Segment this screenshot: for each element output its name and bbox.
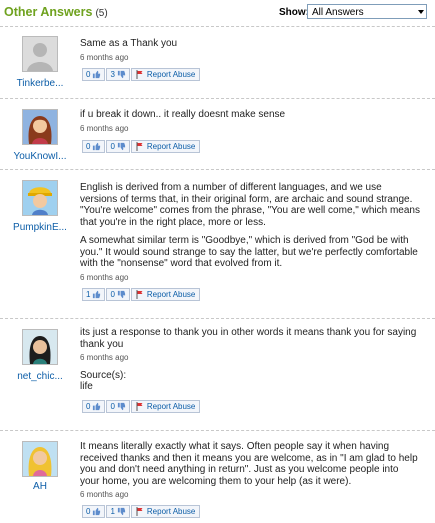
report-abuse-label: Report Abuse bbox=[146, 290, 196, 299]
section-title: Other Answers (5) bbox=[4, 5, 108, 19]
user-avatar-icon bbox=[23, 442, 57, 476]
thumbs-up-count: 0 bbox=[86, 142, 91, 151]
thumbs-down-count: 0 bbox=[110, 142, 115, 151]
avatar[interactable] bbox=[22, 36, 58, 72]
section-title-text: Other Answers bbox=[4, 5, 93, 19]
show-filter-select[interactable]: All Answers bbox=[307, 4, 427, 19]
thumbs-down-count: 0 bbox=[110, 402, 115, 411]
report-abuse-label: Report Abuse bbox=[146, 402, 196, 411]
answer-timestamp: 6 months ago bbox=[80, 272, 129, 282]
answer-text: English is derived from a number of diff… bbox=[80, 182, 420, 283]
report-abuse-button[interactable]: Report Abuse bbox=[130, 140, 201, 153]
avatar[interactable] bbox=[22, 329, 58, 365]
answer-text: if u break it down.. it really doesnt ma… bbox=[80, 109, 420, 134]
source-label: Source(s): bbox=[80, 369, 127, 381]
thumbs-up-icon bbox=[93, 290, 101, 299]
thumbs-up-button[interactable]: 0 bbox=[82, 140, 106, 153]
vote-bar: 0 0 Report Abuse bbox=[82, 400, 201, 413]
flag-icon bbox=[136, 142, 143, 151]
vote-bar: 0 1 Report Abuse bbox=[82, 505, 201, 518]
source-value: life bbox=[80, 381, 93, 392]
report-abuse-label: Report Abuse bbox=[146, 142, 196, 151]
answer-timestamp: 6 months ago bbox=[80, 490, 129, 499]
answer-timestamp: 6 months ago bbox=[80, 52, 129, 62]
thumbs-up-icon bbox=[93, 402, 101, 411]
user-avatar-icon bbox=[23, 330, 57, 364]
avatar[interactable] bbox=[22, 180, 58, 216]
show-label: Show: bbox=[279, 7, 309, 18]
thumbs-down-button[interactable]: 0 bbox=[106, 288, 130, 301]
answer-timestamp: 6 months ago bbox=[80, 123, 129, 133]
thumbs-down-icon bbox=[117, 290, 126, 299]
user-avatar-icon bbox=[23, 110, 57, 144]
thumbs-down-icon bbox=[117, 507, 126, 516]
username-link[interactable]: YouKnowI... bbox=[0, 151, 80, 162]
show-filter-value: All Answers bbox=[312, 7, 364, 18]
thumbs-up-count: 0 bbox=[86, 70, 91, 79]
thumbs-up-icon bbox=[93, 507, 101, 516]
thumbs-up-icon bbox=[93, 142, 101, 151]
answer-paragraph: English is derived from a number of diff… bbox=[80, 182, 420, 228]
answer-timestamp: 6 months ago bbox=[80, 353, 129, 362]
username-link[interactable]: PumpkinE... bbox=[0, 222, 80, 233]
thumbs-up-button[interactable]: 0 bbox=[82, 400, 106, 413]
report-abuse-button[interactable]: Report Abuse bbox=[130, 505, 201, 518]
report-abuse-label: Report Abuse bbox=[146, 70, 196, 79]
answer-item: net_chic... its just a response to thank… bbox=[0, 319, 435, 430]
flag-icon bbox=[136, 290, 143, 299]
thumbs-down-count: 0 bbox=[110, 290, 115, 299]
answer-item: Tinkerbe... Same as a Thank you 6 months… bbox=[0, 27, 435, 98]
answer-item: PumpkinE... English is derived from a nu… bbox=[0, 170, 435, 318]
report-abuse-button[interactable]: Report Abuse bbox=[130, 400, 201, 413]
thumbs-down-button[interactable]: 0 bbox=[106, 140, 130, 153]
thumbs-down-icon bbox=[117, 402, 126, 411]
thumbs-down-count: 3 bbox=[110, 70, 115, 79]
username-link[interactable]: net_chic... bbox=[0, 371, 80, 382]
flag-icon bbox=[136, 70, 143, 79]
answer-count: (5) bbox=[95, 8, 108, 19]
thumbs-down-button[interactable]: 1 bbox=[106, 505, 130, 518]
answers-header: Other Answers (5) Show: All Answers bbox=[0, 0, 435, 24]
chevron-down-icon[interactable] bbox=[418, 10, 424, 14]
thumbs-up-button[interactable]: 0 bbox=[82, 68, 106, 81]
flag-icon bbox=[136, 402, 143, 411]
vote-bar: 0 3 Report Abuse bbox=[82, 68, 201, 81]
thumbs-down-button[interactable]: 3 bbox=[106, 68, 130, 81]
thumbs-up-count: 0 bbox=[86, 402, 91, 411]
answer-text: Same as a Thank you 6 months ago bbox=[80, 38, 420, 63]
thumbs-down-icon bbox=[117, 70, 126, 79]
answer-text: It means literally exactly what it says.… bbox=[80, 441, 420, 501]
username-link[interactable]: Tinkerbe... bbox=[0, 78, 80, 89]
thumbs-down-count: 1 bbox=[110, 507, 115, 516]
thumbs-up-button[interactable]: 0 bbox=[82, 505, 106, 518]
answer-paragraph: if u break it down.. it really doesnt ma… bbox=[80, 109, 286, 120]
thumbs-up-button[interactable]: 1 bbox=[82, 288, 106, 301]
answer-paragraph: A somewhat similar term is "Goodbye," wh… bbox=[80, 235, 418, 269]
thumbs-up-count: 0 bbox=[86, 507, 91, 516]
flag-icon bbox=[136, 507, 143, 516]
answer-text: its just a response to thank you in othe… bbox=[80, 327, 420, 393]
report-abuse-button[interactable]: Report Abuse bbox=[130, 68, 201, 81]
avatar[interactable] bbox=[22, 441, 58, 477]
report-abuse-button[interactable]: Report Abuse bbox=[130, 288, 201, 301]
thumbs-up-icon bbox=[93, 70, 101, 79]
answer-item: AH It means literally exactly what it sa… bbox=[0, 431, 435, 523]
default-user-icon bbox=[23, 37, 57, 71]
answer-paragraph: Same as a Thank you bbox=[80, 38, 178, 49]
user-avatar-icon bbox=[23, 181, 57, 215]
vote-bar: 0 0 Report Abuse bbox=[82, 140, 201, 153]
answer-paragraph: It means literally exactly what it says.… bbox=[80, 441, 418, 487]
thumbs-down-icon bbox=[117, 142, 126, 151]
thumbs-up-count: 1 bbox=[86, 290, 91, 299]
report-abuse-label: Report Abuse bbox=[146, 507, 196, 516]
answer-paragraph: its just a response to thank you in othe… bbox=[80, 327, 417, 350]
username-link[interactable]: AH bbox=[0, 481, 80, 492]
thumbs-down-button[interactable]: 0 bbox=[106, 400, 130, 413]
answer-item: YouKnowI... if u break it down.. it real… bbox=[0, 99, 435, 169]
avatar[interactable] bbox=[22, 109, 58, 145]
vote-bar: 1 0 Report Abuse bbox=[82, 288, 201, 301]
